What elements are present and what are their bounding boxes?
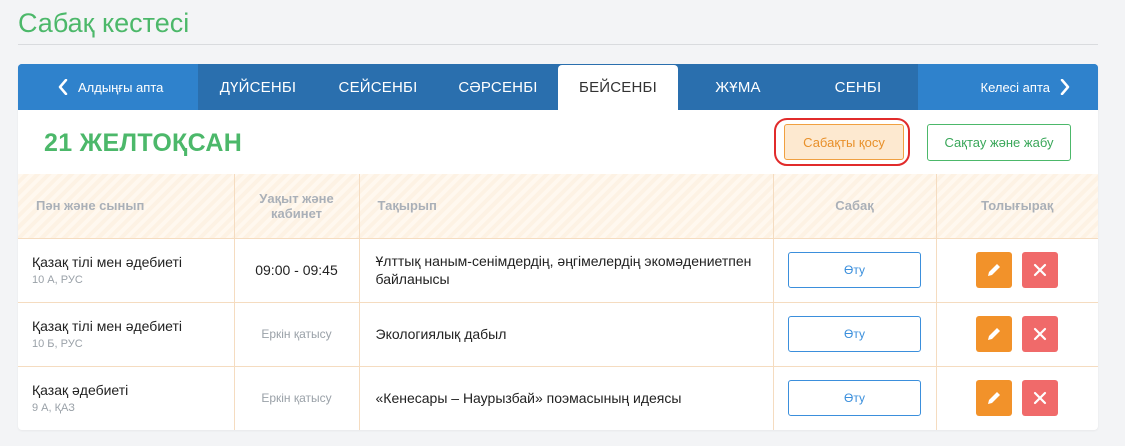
pencil-icon: [988, 264, 1001, 276]
pencil-icon: [988, 328, 1001, 340]
time-cell: 09:00 - 09:45: [234, 238, 360, 303]
column-header-time: Уақыт және кабинет: [234, 174, 360, 239]
table-row: Қазақ тілі мен әдебиеті 10 Б, РУС Еркін …: [18, 302, 1098, 367]
go-to-lesson-button[interactable]: Өту: [788, 380, 921, 416]
add-lesson-button[interactable]: Сабақты қосу: [784, 124, 904, 160]
tab-wednesday[interactable]: СӘРСЕНБІ: [438, 64, 558, 110]
delete-button[interactable]: [1022, 380, 1059, 416]
next-week-label: Келесі апта: [980, 79, 1051, 95]
subject-name: Қазақ әдебиеті: [32, 382, 129, 398]
title-divider: [18, 44, 1098, 45]
chevron-left-icon: [58, 79, 68, 95]
tab-saturday[interactable]: СЕНБІ: [798, 64, 918, 110]
delete-button[interactable]: [1022, 252, 1059, 288]
save-and-close-button[interactable]: Сақтау және жабу: [927, 124, 1071, 161]
subject-name: Қазақ тілі мен әдебиеті: [32, 318, 182, 334]
actions-cell: [936, 302, 1098, 367]
close-icon: [1034, 391, 1047, 405]
lessons-table: Пән және сынып Уақыт және кабинет Тақыры…: [18, 174, 1098, 430]
column-header-lesson: Сабақ: [773, 174, 937, 239]
subject-name: Қазақ тілі мен әдебиеті: [32, 254, 182, 270]
class-name: 9 А, ҚАЗ: [32, 402, 75, 414]
table-row: Қазақ әдебиеті 9 А, ҚАЗ Еркін қатысу «Ке…: [18, 366, 1098, 430]
week-nav: Алдыңғы апта ДҮЙСЕНБІ СЕЙСЕНБІ СӘРСЕНБІ …: [18, 64, 1098, 110]
actions-cell: [936, 366, 1098, 430]
close-icon: [1034, 327, 1047, 341]
schedule-card: Алдыңғы апта ДҮЙСЕНБІ СЕЙСЕНБІ СӘРСЕНБІ …: [18, 64, 1098, 430]
subject-cell: Қазақ әдебиеті 9 А, ҚАЗ: [18, 366, 235, 430]
previous-week-label: Алдыңғы апта: [78, 79, 164, 95]
topic-cell: «Кенесары – Наурызбай» поэмасының идеясы: [359, 366, 774, 430]
table-header-row: Пән және сынып Уақыт және кабинет Тақыры…: [18, 174, 1098, 239]
pencil-icon: [988, 392, 1001, 404]
edit-button[interactable]: [976, 380, 1013, 416]
time-cell: Еркін қатысу: [234, 302, 360, 367]
class-name: 10 А, РУС: [32, 274, 83, 286]
tab-monday[interactable]: ДҮЙСЕНБІ: [198, 64, 318, 110]
time-cell: Еркін қатысу: [234, 366, 360, 430]
table-row: Қазақ тілі мен әдебиеті 10 А, РУС 09:00 …: [18, 238, 1098, 303]
subject-cell: Қазақ тілі мен әдебиеті 10 Б, РУС: [18, 302, 235, 367]
edit-button[interactable]: [976, 252, 1013, 288]
day-tabs: ДҮЙСЕНБІ СЕЙСЕНБІ СӘРСЕНБІ БЕЙСЕНБІ ЖҰМА…: [198, 64, 918, 110]
page-title: Сабақ кестесі: [18, 8, 190, 38]
tab-tuesday[interactable]: СЕЙСЕНБІ: [318, 64, 438, 110]
edit-button[interactable]: [976, 316, 1013, 352]
next-week-button[interactable]: Келесі апта: [918, 64, 1098, 110]
go-to-lesson-button[interactable]: Өту: [788, 252, 921, 288]
lesson-cell: Өту: [773, 302, 937, 367]
tab-friday[interactable]: ЖҰМА: [678, 64, 798, 110]
selected-date: 21 ЖЕЛТОҚСАН: [44, 129, 243, 157]
actions-cell: [936, 238, 1098, 303]
day-header: 21 ЖЕЛТОҚСАН Сабақты қосу Сақтау және жа…: [18, 110, 1098, 174]
topic-cell: Экологиялық дабыл: [359, 302, 774, 367]
previous-week-button[interactable]: Алдыңғы апта: [18, 64, 198, 110]
chevron-right-icon: [1060, 79, 1070, 95]
lesson-cell: Өту: [773, 238, 937, 303]
close-icon: [1034, 263, 1047, 277]
delete-button[interactable]: [1022, 316, 1059, 352]
column-header-topic: Тақырып: [359, 174, 774, 239]
tab-thursday[interactable]: БЕЙСЕНБІ: [558, 65, 678, 110]
column-header-details: Толығырақ: [936, 174, 1098, 239]
go-to-lesson-button[interactable]: Өту: [788, 316, 921, 352]
topic-cell: Ұлттық наным-сенімдердің, әңгімелердің э…: [359, 238, 774, 303]
class-name: 10 Б, РУС: [32, 338, 83, 350]
subject-cell: Қазақ тілі мен әдебиеті 10 А, РУС: [18, 238, 235, 303]
column-header-subject: Пән және сынып: [18, 174, 235, 239]
lesson-cell: Өту: [773, 366, 937, 430]
